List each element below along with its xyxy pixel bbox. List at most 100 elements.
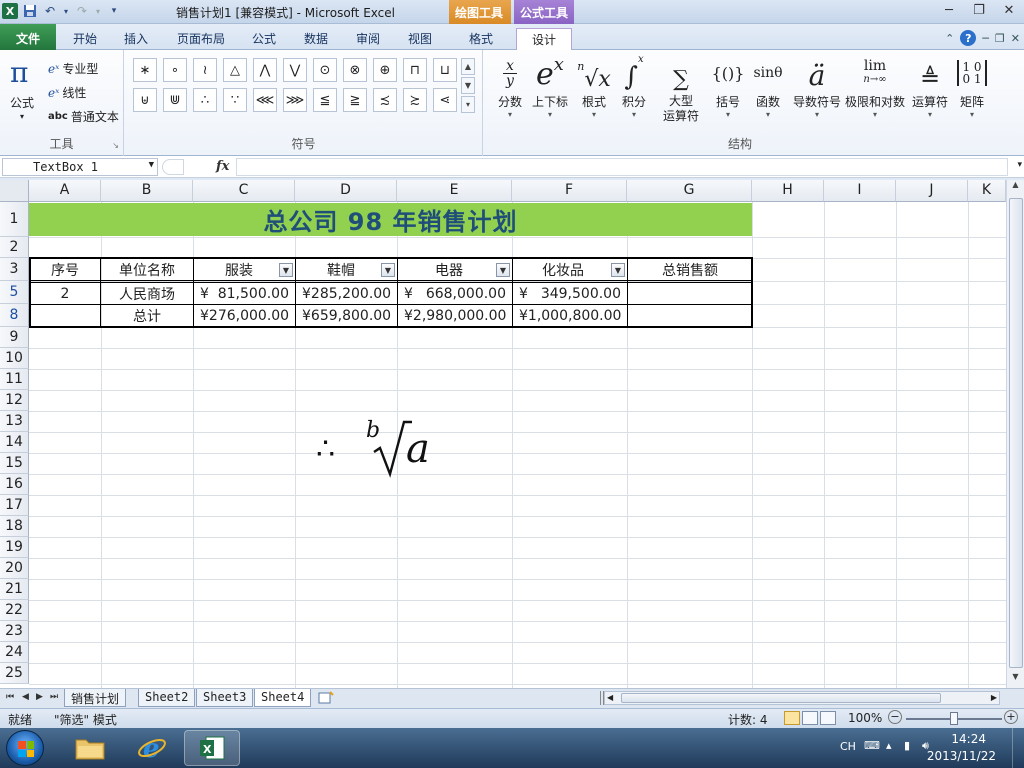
sheet-tab-sheet2[interactable]: Sheet2 [138,689,196,707]
column-header-a[interactable]: A [29,180,101,202]
header-cell-seq[interactable]: 序号 [30,259,100,280]
name-box[interactable]: TextBox 1 ▼ [2,158,158,176]
gallery-more-icon[interactable]: ▾ [461,96,475,113]
excel-app-icon[interactable]: X [2,3,18,19]
row-header[interactable]: 1 [0,202,29,237]
scroll-right-icon[interactable]: ▶ [991,693,997,702]
bracket-button[interactable]: {()} 括号 ▾ [706,54,750,120]
formula-input[interactable] [236,158,1008,176]
tab-insert[interactable]: 插入 [112,28,160,50]
column-header-h[interactable]: H [752,180,824,202]
zoom-out-icon[interactable]: − [888,710,902,724]
column-header-e[interactable]: E [397,180,512,202]
restore-workbook-icon[interactable]: ❐ [995,32,1005,45]
limit-log-button[interactable]: lim n→∞ 极限和对数 ▾ [844,54,906,119]
column-header-j[interactable]: J [896,180,968,202]
operator-button[interactable]: ≜ 运算符 ▾ [908,54,952,119]
horizontal-scroll-thumb[interactable] [621,693,941,703]
cell-clothing[interactable]: ¥81,500.00 [194,283,295,304]
vertical-scroll-thumb[interactable] [1009,198,1023,668]
close-icon[interactable]: ✕ [994,0,1024,20]
scroll-down-icon[interactable]: ▼ [461,77,475,94]
sheet-tab-sales-plan[interactable]: 销售计划 [64,689,127,707]
clock-date[interactable]: 2013/11/22 [927,749,996,763]
symbol-button[interactable]: ⊕ [373,58,397,82]
customize-qat-icon[interactable]: ▾ [106,3,122,19]
redo-icon[interactable]: ↷ [74,3,90,19]
scroll-down-icon[interactable]: ▼ [1007,672,1024,688]
symbol-button[interactable]: ≧ [343,88,367,112]
row-header[interactable]: 10 [0,348,29,369]
row-header[interactable]: 19 [0,537,29,558]
symbol-button[interactable]: ⋖ [433,88,457,112]
normal-view-icon[interactable] [784,711,800,725]
normal-text-button[interactable]: abc 普通文本 [48,108,119,125]
cell-appliances[interactable]: ¥668,000.00 [398,283,512,304]
large-operator-button[interactable]: ∑ 大型 运算符 [656,54,706,124]
linear-format-button[interactable]: eˣ 线性 [48,84,86,101]
symbol-button[interactable]: △ [223,58,247,82]
show-desktop-button[interactable] [1012,728,1024,768]
page-break-view-icon[interactable] [820,711,836,725]
input-language[interactable]: CH [840,740,856,753]
clock-time[interactable]: 14:24 [951,732,986,746]
header-cell-total-sales[interactable]: 总销售额 [628,259,752,280]
excel-taskbar-button[interactable]: X [184,730,240,766]
row-header[interactable]: 25 [0,663,29,684]
cell-total-sales[interactable] [628,283,752,304]
symbol-button[interactable]: ⊔ [433,58,457,82]
tab-formulas[interactable]: 公式 [240,28,288,50]
chevron-down-icon[interactable]: ▾ [94,3,102,19]
header-cell-unit[interactable]: 单位名称 [101,259,193,280]
symbol-button[interactable]: ∵ [223,88,247,112]
tab-data[interactable]: 数据 [292,28,340,50]
row-header[interactable]: 20 [0,558,29,579]
chevron-down-icon[interactable]: ▾ [20,112,24,121]
header-cell-clothing[interactable]: 服装 [194,259,284,280]
zoom-slider-thumb[interactable] [950,712,958,725]
next-sheet-icon[interactable]: ▶ [36,692,43,702]
row-header[interactable]: 9 [0,327,29,348]
integral-button[interactable]: ∫ x 积分 ▾ [612,54,656,119]
cell-seq[interactable] [30,305,100,326]
first-sheet-icon[interactable]: ⏮ [6,692,14,702]
column-header-k[interactable]: K [968,180,1006,202]
keyboard-icon[interactable]: ⌨ [864,739,880,752]
chevron-down-icon[interactable]: ▾ [62,3,70,19]
row-header[interactable]: 22 [0,600,29,621]
symbol-button[interactable]: ⊗ [343,58,367,82]
symbol-button[interactable]: ⊙ [313,58,337,82]
header-cell-shoes-hats[interactable]: 鞋帽 [296,259,386,280]
cell-shoes-hats[interactable]: ¥285,200.00 [296,283,397,304]
symbol-button[interactable]: ∴ [193,88,217,112]
zoom-in-icon[interactable]: + [1004,710,1018,724]
network-icon[interactable]: ▮ [904,739,910,752]
vertical-scrollbar[interactable]: ▲ ▼ [1006,180,1024,688]
cell-clothing-total[interactable]: ¥276,000.00 [194,305,295,326]
start-button[interactable] [6,730,44,766]
tray-expand-icon[interactable]: ▴ [886,739,892,752]
page-layout-view-icon[interactable] [802,711,818,725]
tab-format[interactable]: 格式 [455,28,507,50]
header-cell-appliances[interactable]: 电器 [398,259,500,280]
row-header[interactable]: 13 [0,411,29,432]
tab-file[interactable]: 文件 [0,24,56,50]
equation-pi-icon[interactable]: π [10,56,28,89]
column-header-c[interactable]: C [193,180,295,202]
symbol-button[interactable]: ⊓ [403,58,427,82]
scroll-left-icon[interactable]: ◀ [607,693,613,702]
row-header[interactable]: 12 [0,390,29,411]
sheet-tab-sheet3[interactable]: Sheet3 [196,689,254,707]
sheet-tab-sheet4[interactable]: Sheet4 [254,689,312,707]
symbol-button[interactable]: ≿ [403,88,427,112]
cell-seq[interactable]: 2 [30,283,100,304]
chevron-down-icon[interactable]: ▼ [149,160,154,170]
column-header-g[interactable]: G [627,180,752,202]
expand-formula-bar-icon[interactable]: ▾ [1017,160,1022,170]
column-header-f[interactable]: F [512,180,627,202]
row-header[interactable]: 24 [0,642,29,663]
column-header-d[interactable]: D [295,180,397,202]
tab-home[interactable]: 开始 [58,28,112,50]
row-header[interactable]: 8 [0,304,29,327]
formula-bar-resize-handle[interactable] [162,159,184,175]
